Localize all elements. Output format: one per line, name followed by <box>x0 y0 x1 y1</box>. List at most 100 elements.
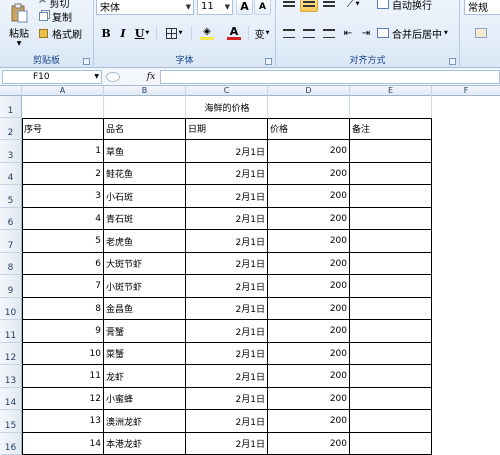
cell-price[interactable]: 200 <box>268 208 350 230</box>
name-box[interactable]: F10 ▼ <box>2 70 102 84</box>
cell-date[interactable]: 2月1日 <box>186 388 268 410</box>
alignment-launcher-button[interactable] <box>449 58 456 65</box>
fill-color-button[interactable]: ◈ <box>194 24 220 42</box>
cell-price[interactable]: 200 <box>268 320 350 343</box>
cell-name[interactable]: 龙虾 <box>104 365 186 388</box>
cell-note[interactable] <box>350 163 432 185</box>
row-header[interactable]: 11 <box>0 320 22 343</box>
phonetic-button[interactable]: 变 ▼ <box>250 24 274 42</box>
cell-price[interactable]: 200 <box>268 388 350 410</box>
cell-price[interactable]: 200 <box>268 410 350 433</box>
cell-date[interactable]: 2月1日 <box>186 253 268 275</box>
sheet-title[interactable]: 海鲜的价格 <box>22 96 432 118</box>
cell-note[interactable] <box>350 140 432 163</box>
row-header[interactable]: 8 <box>0 253 22 275</box>
cell-note[interactable] <box>350 298 432 320</box>
row-header[interactable]: 13 <box>0 365 22 388</box>
cell-date[interactable]: 2月1日 <box>186 343 268 365</box>
grow-font-button[interactable]: A <box>236 0 253 15</box>
header-cell-note[interactable]: 备注 <box>350 118 432 140</box>
select-all-button[interactable] <box>0 86 22 96</box>
cell-note[interactable] <box>350 208 432 230</box>
cell-no[interactable]: 4 <box>22 208 104 230</box>
row-header[interactable]: 6 <box>0 208 22 230</box>
cell-date[interactable]: 2月1日 <box>186 365 268 388</box>
align-left-button[interactable] <box>280 24 298 42</box>
cell-name[interactable]: 小斑节虾 <box>104 275 186 298</box>
font-launcher-button[interactable] <box>265 58 272 65</box>
cell-price[interactable]: 200 <box>268 230 350 253</box>
align-right-button[interactable] <box>320 24 338 42</box>
cell-date[interactable]: 2月1日 <box>186 298 268 320</box>
cell-name[interactable]: 金昌鱼 <box>104 298 186 320</box>
shrink-font-button[interactable]: A <box>254 0 271 15</box>
bottom-align-button[interactable] <box>320 0 338 12</box>
cell-price[interactable]: 200 <box>268 343 350 365</box>
cell-note[interactable] <box>350 410 432 433</box>
cell-name[interactable]: 大斑节虾 <box>104 253 186 275</box>
cell-name[interactable]: 鲑花鱼 <box>104 163 186 185</box>
middle-align-button[interactable] <box>300 0 318 12</box>
cell-name[interactable]: 澳洲龙虾 <box>104 410 186 433</box>
cell-no[interactable]: 9 <box>22 320 104 343</box>
cell-name[interactable]: 本港龙虾 <box>104 433 186 455</box>
row-header[interactable]: 15 <box>0 410 22 433</box>
cell-no[interactable]: 12 <box>22 388 104 410</box>
cell-no[interactable]: 1 <box>22 140 104 163</box>
cell-price[interactable]: 200 <box>268 253 350 275</box>
cell-date[interactable]: 2月1日 <box>186 433 268 455</box>
increase-indent-button[interactable]: ⇥ <box>358 24 374 42</box>
font-color-button[interactable]: A <box>222 24 246 42</box>
cell-note[interactable] <box>350 388 432 410</box>
align-center-button[interactable] <box>300 24 318 42</box>
paste-button[interactable]: 粘贴 ▼ <box>4 2 34 48</box>
cell-price[interactable]: 200 <box>268 163 350 185</box>
cell-name[interactable]: 草鱼 <box>104 140 186 163</box>
row-header[interactable]: 12 <box>0 343 22 365</box>
cell-no[interactable]: 6 <box>22 253 104 275</box>
row-header[interactable]: 5 <box>0 185 22 208</box>
cell-no[interactable]: 10 <box>22 343 104 365</box>
column-header-a[interactable]: A <box>22 86 104 96</box>
cell-no[interactable]: 14 <box>22 433 104 455</box>
cell-note[interactable] <box>350 275 432 298</box>
cell-no[interactable]: 8 <box>22 298 104 320</box>
row-header[interactable]: 14 <box>0 388 22 410</box>
cell-no[interactable]: 13 <box>22 410 104 433</box>
header-cell-name[interactable]: 品名 <box>104 118 186 140</box>
cell-no[interactable]: 11 <box>22 365 104 388</box>
cell-name[interactable]: 膏蟹 <box>104 320 186 343</box>
cell-price[interactable]: 200 <box>268 365 350 388</box>
row-header[interactable]: 1 <box>0 96 22 118</box>
column-header-f[interactable]: F <box>432 86 500 96</box>
cell-name[interactable]: 小蜜蜂 <box>104 388 186 410</box>
underline-button[interactable]: U ▼ <box>132 24 152 42</box>
cell-name[interactable]: 菜蟹 <box>104 343 186 365</box>
cell-price[interactable]: 200 <box>268 433 350 455</box>
cell-no[interactable]: 3 <box>22 185 104 208</box>
cell-note[interactable] <box>350 433 432 455</box>
orientation-button[interactable]: ⟋ ▼ <box>340 0 366 12</box>
cell-price[interactable]: 200 <box>268 140 350 163</box>
clipboard-launcher-button[interactable] <box>83 58 90 65</box>
font-size-combo[interactable]: 11 ▼ <box>197 0 233 15</box>
cell-note[interactable] <box>350 185 432 208</box>
row-header[interactable]: 10 <box>0 298 22 320</box>
column-header-b[interactable]: B <box>104 86 186 96</box>
cell-price[interactable]: 200 <box>268 185 350 208</box>
cell-date[interactable]: 2月1日 <box>186 185 268 208</box>
cell-date[interactable]: 2月1日 <box>186 208 268 230</box>
cell-note[interactable] <box>350 343 432 365</box>
header-cell-no[interactable]: 序号 <box>22 118 104 140</box>
formula-input[interactable] <box>160 70 500 84</box>
cell-date[interactable]: 2月1日 <box>186 320 268 343</box>
cell-price[interactable]: 200 <box>268 298 350 320</box>
font-name-combo[interactable]: 宋体 ▼ <box>96 0 194 15</box>
format-painter-button[interactable]: 格式刷 <box>38 26 92 41</box>
cell-note[interactable] <box>350 365 432 388</box>
cell-price[interactable]: 200 <box>268 275 350 298</box>
cell-note[interactable] <box>350 320 432 343</box>
top-align-button[interactable] <box>280 0 298 12</box>
row-header[interactable]: 9 <box>0 275 22 298</box>
cell-name[interactable]: 小石斑 <box>104 185 186 208</box>
